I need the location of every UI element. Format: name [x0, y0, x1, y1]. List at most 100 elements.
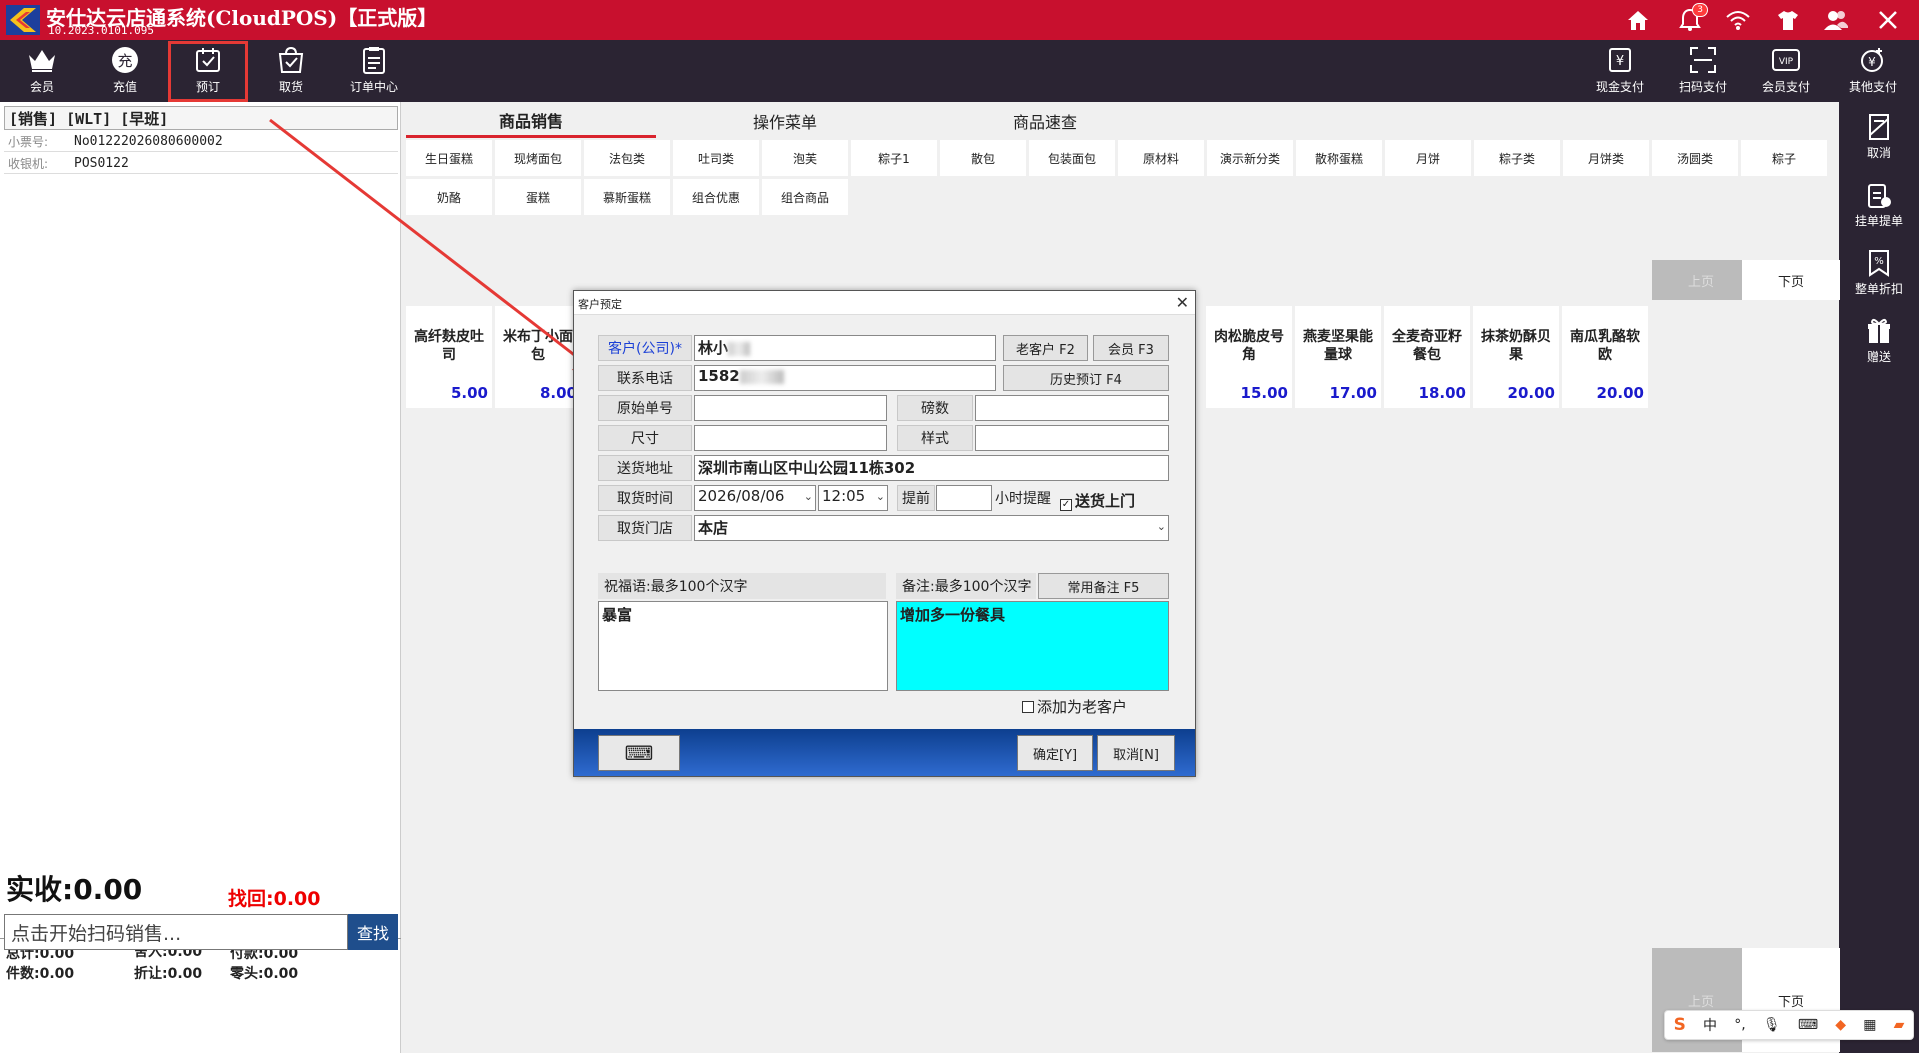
home-icon[interactable] [1624, 6, 1652, 34]
ticket-number: No01222026080600002 [74, 134, 223, 149]
pounds-field[interactable] [975, 395, 1169, 421]
advance-hours-field[interactable] [936, 485, 992, 511]
member-pay-button[interactable]: VIP 会员支付 [1746, 44, 1826, 100]
product-card[interactable]: 燕麦坚果能量球 17.00 [1295, 306, 1381, 408]
search-button[interactable]: 查找 [348, 914, 398, 950]
bell-icon[interactable]: 3 [1676, 3, 1708, 34]
category-button[interactable]: 原材料 [1118, 140, 1204, 176]
order-center-button[interactable]: 订单中心 [334, 44, 414, 100]
tab-product-sales[interactable]: 商品销售 [406, 104, 656, 138]
close-icon[interactable] [1874, 6, 1902, 34]
shift-info: [销售] [WLT] [早班] [4, 106, 398, 130]
add-old-customer-checkbox[interactable]: 添加为老客户 [1022, 696, 1127, 717]
recharge-button[interactable]: 充 充值 [85, 44, 165, 100]
cancel-order-button[interactable]: 取消 [1839, 112, 1919, 172]
pickup-button[interactable]: 取货 [251, 44, 331, 100]
category-button[interactable]: 组合商品 [762, 179, 848, 215]
crown-icon [26, 44, 58, 76]
member-lookup-button[interactable]: 会员 F3 [1093, 335, 1169, 361]
category-button[interactable]: 组合优惠 [673, 179, 759, 215]
cancel-button[interactable]: 取消[N] [1097, 735, 1175, 771]
common-remark-button[interactable]: 常用备注 F5 [1038, 573, 1169, 599]
product-card[interactable]: 南瓜乳酪软欧 20.00 [1562, 306, 1648, 408]
address-field[interactable]: 深圳市南山区中山公园11栋302 [694, 455, 1169, 481]
style-field[interactable] [975, 425, 1169, 451]
keyboard-small-icon[interactable]: ⌨ [1798, 1017, 1818, 1033]
gift-button[interactable]: 赠送 [1839, 316, 1919, 376]
reserve-button[interactable]: 预订 [168, 41, 248, 102]
clipboard-list-icon [358, 44, 390, 76]
history-reservation-button[interactable]: 历史预订 F4 [1003, 365, 1169, 391]
category-button[interactable]: 泡芙 [762, 140, 848, 176]
ime-toolbar: S 中 °, 🎙 ⌨ ◆ ▦ ▰ [1664, 1010, 1914, 1040]
scan-input[interactable]: 点击开始扫码销售... [4, 914, 348, 950]
calendar-check-icon [192, 44, 224, 76]
scan-pay-button[interactable]: 扫码支付 [1663, 44, 1743, 100]
tab-operation-menu[interactable]: 操作菜单 [660, 104, 910, 138]
category-button[interactable]: 现烤面包 [495, 140, 581, 176]
tab-product-lookup[interactable]: 商品速查 [920, 104, 1170, 138]
category-button[interactable]: 演示新分类 [1207, 140, 1293, 176]
category-button[interactable]: 粽子 [1741, 140, 1827, 176]
size-field[interactable] [694, 425, 887, 451]
category-button[interactable]: 蛋糕 [495, 179, 581, 215]
users-icon[interactable] [1822, 6, 1850, 34]
category-button[interactable]: 粽子类 [1474, 140, 1560, 176]
member-button[interactable]: 会员 [2, 44, 82, 100]
ok-button[interactable]: 确定[Y] [1017, 735, 1093, 771]
product-card[interactable]: 米布丁小面包 8.00 [495, 306, 581, 408]
product-card[interactable]: 高纤麸皮吐司 5.00 [406, 306, 492, 408]
category-button[interactable]: 散称蛋糕 [1296, 140, 1382, 176]
vip-card-icon: VIP [1770, 44, 1802, 76]
product-price: 18.00 [1418, 384, 1466, 402]
wifi-icon[interactable] [1724, 6, 1752, 34]
customer-reservation-dialog: 客户预定 ✕ 客户(公司)* 林小 老客户 F2 会员 F3 联系电话 1582… [573, 290, 1196, 777]
product-card[interactable]: 肉松脆皮号角 15.00 [1206, 306, 1292, 408]
category-button[interactable]: 散包 [940, 140, 1026, 176]
deliver-checkbox[interactable]: ✓ 送货上门 [1060, 490, 1135, 511]
category-button[interactable]: 奶酪 [406, 179, 492, 215]
cash-pay-button[interactable]: ¥ 现金支付 [1580, 44, 1660, 100]
product-card[interactable]: 抹茶奶酥贝果 20.00 [1473, 306, 1559, 408]
skin-icon[interactable]: ◆ [1835, 1017, 1846, 1033]
svg-text:¥: ¥ [1868, 55, 1876, 69]
clipboard-hang-icon [1864, 180, 1894, 210]
dialog-close-icon[interactable]: ✕ [1176, 293, 1189, 312]
grid-icon[interactable]: ▦ [1863, 1017, 1876, 1033]
phone-label: 联系电话 [598, 365, 692, 391]
keyboard-button[interactable]: ⌨ [598, 735, 680, 771]
store-select[interactable]: 本店 ⌄ [694, 515, 1169, 541]
sogou-logo-icon[interactable]: S [1674, 1015, 1686, 1035]
blessing-textarea[interactable]: 暴富 [598, 601, 888, 691]
old-customer-button[interactable]: 老客户 F2 [1003, 335, 1088, 361]
category-button[interactable]: 生日蛋糕 [406, 140, 492, 176]
category-prev-page[interactable]: 上页 [1652, 260, 1750, 300]
category-button[interactable]: 吐司类 [673, 140, 759, 176]
product-card[interactable]: 全麦奇亚籽餐包 18.00 [1384, 306, 1470, 408]
app-logo-icon [6, 5, 40, 35]
customer-field[interactable]: 林小 [694, 335, 996, 361]
shirt-icon[interactable] [1774, 6, 1802, 34]
checkbox-checked-icon: ✓ [1060, 499, 1072, 511]
category-button[interactable]: 慕斯蛋糕 [584, 179, 670, 215]
product-name: 肉松脆皮号角 [1214, 329, 1284, 363]
other-pay-button[interactable]: ¥ 其他支付 [1833, 44, 1913, 100]
category-next-page[interactable]: 下页 [1742, 260, 1840, 300]
tools-icon[interactable]: ▰ [1894, 1017, 1905, 1033]
category-button[interactable]: 月饼 [1385, 140, 1471, 176]
category-button[interactable]: 包装面包 [1029, 140, 1115, 176]
ime-punct[interactable]: °, [1734, 1017, 1745, 1033]
category-button[interactable]: 粽子1 [851, 140, 937, 176]
category-button[interactable]: 月饼类 [1563, 140, 1649, 176]
microphone-icon[interactable]: 🎙 [1763, 1017, 1781, 1033]
ime-lang[interactable]: 中 [1703, 1015, 1717, 1035]
phone-field[interactable]: 1582 [694, 365, 996, 391]
category-button[interactable]: 汤圆类 [1652, 140, 1738, 176]
category-button[interactable]: 法包类 [584, 140, 670, 176]
original-no-field[interactable] [694, 395, 887, 421]
pickup-date-picker[interactable]: 2026/08/06 ⌄ [694, 485, 816, 511]
pickup-time-picker[interactable]: 12:05 ⌄ [818, 485, 888, 511]
order-discount-button[interactable]: % 整单折扣 [1839, 248, 1919, 308]
hang-order-button[interactable]: 挂单提单 [1839, 180, 1919, 240]
remark-textarea[interactable]: 增加多一份餐具 [896, 601, 1169, 691]
